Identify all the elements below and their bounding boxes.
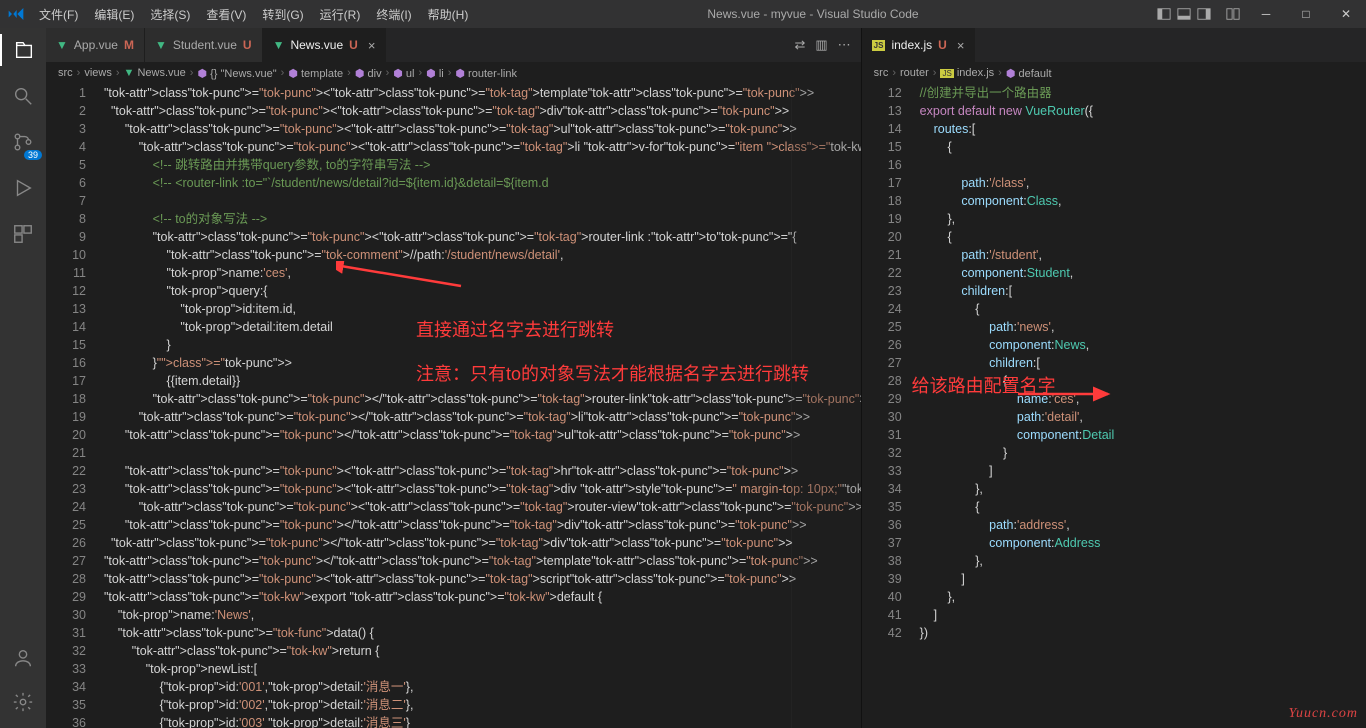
js-icon: JS [872, 40, 886, 51]
tab-News-vue[interactable]: ▼ News.vue U × [263, 28, 387, 62]
watermark: Yuucn.com [1288, 706, 1358, 722]
breadcrumb-item[interactable]: views [84, 67, 112, 79]
settings-icon[interactable] [0, 686, 46, 718]
menu-run[interactable]: 运行(R) [313, 2, 368, 27]
maximize-button[interactable]: □ [1286, 3, 1326, 25]
extensions-icon[interactable] [0, 218, 46, 250]
window-title: News.vue - myvue - Visual Studio Code [475, 7, 1150, 21]
breadcrumb-item[interactable]: ⬢ ul [393, 67, 414, 80]
code-editor-left[interactable]: 1234567891011121314151617181920212223242… [46, 84, 861, 728]
accounts-icon[interactable] [0, 642, 46, 674]
breadcrumb-item[interactable]: JS index.js [940, 67, 994, 79]
compare-icon[interactable]: ⇄ [794, 37, 805, 53]
vue-icon: ▼ [56, 38, 68, 52]
tab-Student-vue[interactable]: ▼ Student.vue U [145, 28, 263, 62]
breadcrumb-item[interactable]: ⬢ li [426, 67, 444, 80]
editor-area: ▼App.vueM▼Student.vueU▼News.vueU× ⇄ ▥ ⋯ … [46, 28, 1366, 728]
split-icon[interactable]: ▥ [815, 37, 827, 53]
search-icon[interactable] [0, 80, 46, 112]
tab-label: index.js [891, 38, 932, 52]
more-icon[interactable]: ⋯ [838, 37, 851, 53]
layout-controls[interactable] [1151, 7, 1246, 21]
menu-help[interactable]: 帮助(H) [421, 2, 476, 27]
menu-file[interactable]: 文件(F) [32, 2, 85, 27]
breadcrumb-item[interactable]: src [58, 67, 73, 79]
editor-pane-left: ▼App.vueM▼Student.vueU▼News.vueU× ⇄ ▥ ⋯ … [46, 28, 862, 728]
source-control-icon[interactable]: 39 [0, 126, 46, 158]
tab-index-js[interactable]: JS index.js U × [862, 28, 976, 62]
title-bar: 文件(F) 编辑(E) 选择(S) 查看(V) 转到(G) 运行(R) 终端(I… [0, 0, 1366, 28]
tab-bar-left: ▼ App.vue M ▼ Student.vue U ▼ News.vue U × ⇄ ▥ ⋯ [46, 28, 861, 62]
modified-indicator: U [243, 38, 252, 52]
breadcrumb-item[interactable]: router [900, 67, 929, 79]
breadcrumb-right[interactable]: src › router › JS index.js › ⬢ default [862, 62, 1366, 84]
breadcrumb-item[interactable]: ⬢ router-link [455, 67, 517, 80]
tab-bar-right: JS index.js U × [862, 28, 1366, 62]
editor-pane-right: JS index.js U × src › router › JS index.js … [862, 28, 1366, 728]
breadcrumb-item[interactable]: ⬢ default [1006, 67, 1052, 80]
tab-label: Student.vue [173, 38, 237, 52]
main-area: 39 ▼ App.vue M ▼ Student.vue U ▼ News.vue U × ⇄ ▥… [0, 28, 1366, 728]
explorer-icon[interactable] [0, 34, 46, 66]
close-tab-icon[interactable]: × [957, 38, 965, 53]
breadcrumb-item[interactable]: src [874, 67, 889, 79]
menu-selection[interactable]: 选择(S) [143, 2, 197, 27]
minimap[interactable] [791, 84, 861, 728]
tab-label: News.vue [290, 38, 343, 52]
menu-view[interactable]: 查看(V) [199, 2, 253, 27]
breadcrumb-item[interactable]: ⬢ {} "News.vue" [197, 67, 276, 80]
close-tab-icon[interactable]: × [368, 38, 376, 53]
breadcrumb-item[interactable]: ▼ News.vue [124, 67, 186, 79]
breadcrumb-item[interactable]: ⬢ template [288, 67, 343, 80]
close-button[interactable]: ✕ [1326, 3, 1366, 25]
menu-terminal[interactable]: 终端(I) [369, 2, 418, 27]
breadcrumb-left[interactable]: src › views › ▼ News.vue › ⬢ {} "News.vu… [46, 62, 861, 84]
vue-icon: ▼ [273, 38, 285, 52]
menu-edit[interactable]: 编辑(E) [87, 2, 141, 27]
modified-indicator: U [349, 38, 358, 52]
window-controls: ─ □ ✕ [1246, 3, 1366, 25]
code-editor-right[interactable]: 1213141516171819202122232425262728293031… [862, 84, 1366, 728]
menu-bar: 文件(F) 编辑(E) 选择(S) 查看(V) 转到(G) 运行(R) 终端(I… [32, 2, 475, 27]
menu-go[interactable]: 转到(G) [255, 2, 310, 27]
activity-bar: 39 [0, 28, 46, 728]
vue-icon: ▼ [155, 38, 167, 52]
minimize-button[interactable]: ─ [1246, 3, 1286, 25]
modified-indicator: U [938, 38, 947, 52]
run-debug-icon[interactable] [0, 172, 46, 204]
scm-badge: 39 [24, 150, 42, 160]
tab-actions[interactable]: ⇄ ▥ ⋯ [784, 37, 860, 53]
vscode-icon [0, 6, 32, 22]
tab-App-vue[interactable]: ▼ App.vue M [46, 28, 145, 62]
tab-label: App.vue [74, 38, 118, 52]
breadcrumb-item[interactable]: ⬢ div [355, 67, 382, 80]
modified-indicator: M [124, 38, 134, 52]
